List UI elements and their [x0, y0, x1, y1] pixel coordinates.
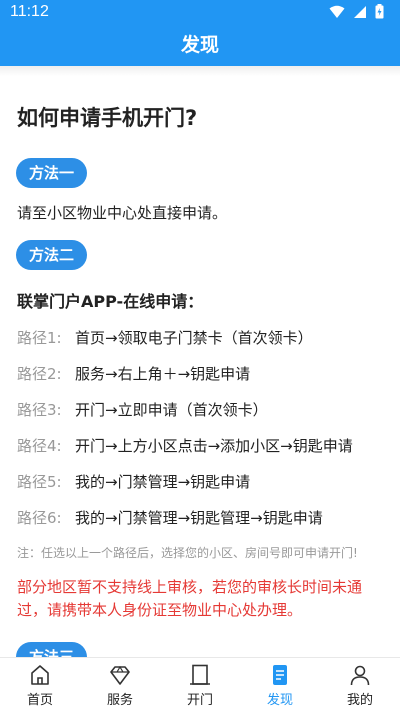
page-title: 发现	[180, 34, 219, 56]
tab-label: 我的	[346, 693, 373, 708]
path-value: 我的→门禁管理→钥匙管理→钥匙申请	[75, 509, 323, 527]
diamond-icon	[110, 665, 130, 685]
path-value: 开门→立即申请（首次领卡）	[75, 401, 268, 419]
article-heading: 如何申请手机开门?	[17, 106, 198, 130]
path-label: 路径5:	[17, 473, 62, 491]
status-icons	[329, 4, 384, 23]
document-icon	[273, 665, 287, 685]
method-three-badge: 方法三	[16, 642, 88, 657]
header-shadow	[0, 66, 400, 76]
tab-label: 首页	[26, 693, 53, 708]
path-value: 首页→领取电子门禁卡（首次领卡）	[75, 329, 313, 347]
path-label: 路径3:	[17, 401, 62, 419]
path-row: 路径3: 开门→立即申请（首次领卡）	[17, 399, 387, 421]
tab-discover[interactable]: 发现	[240, 658, 320, 711]
signal-icon	[353, 4, 367, 23]
door-icon	[190, 664, 210, 685]
tab-profile[interactable]: 我的	[320, 658, 400, 711]
wifi-icon	[329, 4, 345, 23]
battery-icon	[375, 4, 384, 23]
tab-label: 发现	[266, 693, 293, 708]
path-label: 路径4:	[17, 437, 62, 455]
tab-home[interactable]: 首页	[0, 658, 80, 711]
path-value: 开门→上方小区点击→添加小区→钥匙申请	[75, 437, 353, 455]
tab-open-door[interactable]: 开门	[160, 658, 240, 711]
status-bar: 11:12	[0, 0, 400, 25]
home-icon	[31, 665, 49, 685]
method-two-badge: 方法二	[16, 240, 88, 270]
path-row: 路径4: 开门→上方小区点击→添加小区→钥匙申请	[17, 435, 387, 457]
person-icon	[350, 665, 370, 686]
path-label: 路径6:	[17, 509, 62, 527]
app-header: 发现	[0, 25, 400, 66]
path-value: 我的→门禁管理→钥匙申请	[75, 473, 251, 491]
tab-label: 开门	[186, 693, 213, 708]
path-row: 路径1: 首页→领取电子门禁卡（首次领卡）	[17, 327, 387, 349]
path-label: 路径2:	[17, 365, 62, 383]
warning-text: 部分地区暂不支持线上审核，若您的审核长时间未通过，请携带本人身份证至物业中心处办…	[17, 578, 363, 619]
method-one-text: 请至小区物业中心处直接申请。	[17, 204, 228, 222]
method-one-badge: 方法一	[16, 158, 88, 188]
status-time: 11:12	[10, 3, 49, 20]
path-row: 路径2: 服务→右上角＋→钥匙申请	[17, 363, 387, 385]
path-label: 路径1:	[17, 329, 62, 347]
tab-label: 服务	[106, 693, 133, 708]
path-row: 路径6: 我的→门禁管理→钥匙管理→钥匙申请	[17, 507, 387, 529]
path-value: 服务→右上角＋→钥匙申请	[75, 365, 251, 383]
path-note: 注：任选以上一个路径后，选择您的小区、房间号即可申请开门!	[17, 546, 358, 560]
content-area[interactable]: 如何申请手机开门? 方法一 请至小区物业中心处直接申请。 方法二 联掌门户APP…	[0, 66, 400, 657]
bottom-tab-bar: 首页 服务 开门 发现 我的	[0, 657, 400, 711]
path-row: 路径5: 我的→门禁管理→钥匙申请	[17, 471, 387, 493]
tab-service[interactable]: 服务	[80, 658, 160, 711]
method-two-subheading: 联掌门户APP-在线申请：	[17, 292, 204, 311]
